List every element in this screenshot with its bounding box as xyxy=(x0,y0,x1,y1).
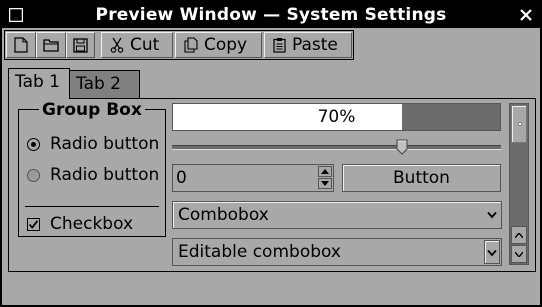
horizontal-slider[interactable] xyxy=(172,139,501,155)
title-bar[interactable]: Preview Window — System Settings xyxy=(2,2,540,28)
progress-text: 70% xyxy=(317,107,356,127)
radio-unchecked-icon xyxy=(27,168,40,182)
editable-combobox-value[interactable]: Editable combobox xyxy=(178,239,341,265)
chevron-down-icon xyxy=(487,249,497,257)
spinbox[interactable]: 0 xyxy=(172,164,334,192)
slider-handle-icon[interactable] xyxy=(396,139,408,155)
scrollbar-thumb[interactable] xyxy=(511,105,527,143)
tab-2[interactable]: Tab 2 xyxy=(70,70,140,98)
group-box-divider xyxy=(25,206,159,207)
checkbox-label: Checkbox xyxy=(50,214,134,234)
open-folder-icon xyxy=(43,39,59,52)
thumb-grip-icon xyxy=(518,122,522,126)
spin-up-icon[interactable] xyxy=(318,166,332,177)
spinbox-arrows xyxy=(318,166,332,190)
progress-bar: 70% xyxy=(172,103,501,131)
tab-panel: Group Box Radio button Radio button Chec… xyxy=(8,98,536,272)
save-icon xyxy=(73,37,88,53)
editable-combobox-dropdown-button[interactable] xyxy=(484,240,500,264)
combobox[interactable]: Combobox xyxy=(172,201,502,229)
save-button[interactable] xyxy=(66,32,95,58)
scissors-icon xyxy=(110,37,124,53)
copy-button[interactable]: Copy xyxy=(175,32,262,58)
paste-button[interactable]: Paste xyxy=(264,32,352,58)
checkmark-icon xyxy=(27,217,40,231)
open-button[interactable] xyxy=(36,32,66,58)
window-title: Preview Window — System Settings xyxy=(95,5,447,25)
toolbar: Cut Copy Paste xyxy=(4,30,354,60)
tab-1[interactable]: Tab 1 xyxy=(8,68,70,99)
checkbox[interactable]: Checkbox xyxy=(27,214,133,234)
group-box-title: Group Box xyxy=(39,100,145,120)
copy-label: Copy xyxy=(204,35,248,55)
settings-window: Preview Window — System Settings Cut Cop… xyxy=(0,0,542,307)
scroll-up-icon[interactable] xyxy=(511,226,527,244)
scroll-down-icon[interactable] xyxy=(511,245,527,263)
radio-label-1: Radio button xyxy=(50,134,160,154)
radio-label-2: Radio button xyxy=(50,165,160,185)
combobox-value: Combobox xyxy=(178,205,269,225)
radio-button-2[interactable]: Radio button xyxy=(27,165,159,185)
clipboard-icon xyxy=(273,38,286,53)
vertical-scrollbar[interactable] xyxy=(509,103,529,265)
close-icon[interactable] xyxy=(516,5,536,25)
spinbox-value[interactable]: 0 xyxy=(176,165,187,191)
paste-label: Paste xyxy=(292,35,338,55)
radio-button-1[interactable]: Radio button xyxy=(27,134,159,154)
group-box: Group Box Radio button Radio button Chec… xyxy=(18,100,166,237)
chevron-down-icon xyxy=(487,211,497,219)
cut-button[interactable]: Cut xyxy=(101,32,173,58)
cut-label: Cut xyxy=(130,35,160,55)
push-button[interactable]: Button xyxy=(342,164,501,192)
editable-combobox[interactable]: Editable combobox xyxy=(172,238,502,266)
copy-icon xyxy=(184,37,198,53)
spin-down-icon[interactable] xyxy=(318,178,332,189)
new-document-icon xyxy=(14,37,28,53)
radio-checked-icon xyxy=(27,137,40,151)
new-button[interactable] xyxy=(6,32,36,58)
slider-track xyxy=(172,145,501,150)
